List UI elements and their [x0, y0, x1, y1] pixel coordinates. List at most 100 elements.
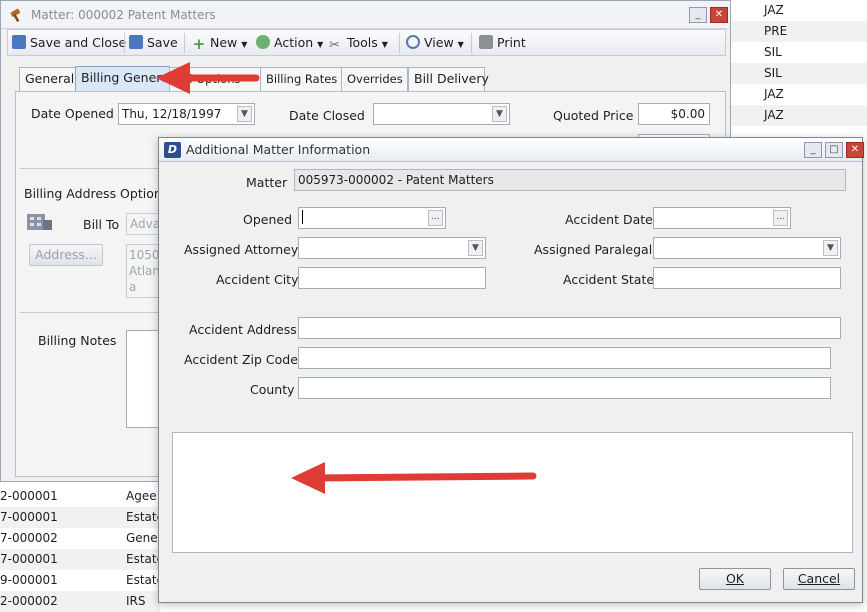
close-button[interactable]: ✕: [846, 142, 864, 158]
county-label: County: [250, 382, 295, 397]
view-menu-button[interactable]: View ▼: [406, 34, 464, 52]
matter-client: IRS: [126, 594, 146, 608]
date-opened-field[interactable]: Thu, 12/18/1997 ▼: [118, 103, 255, 125]
view-label: View: [424, 35, 454, 50]
text-cursor: [302, 210, 303, 224]
tab-billing-rates[interactable]: Billing Rates: [260, 67, 342, 91]
date-opened-label: Date Opened: [31, 106, 114, 121]
print-button[interactable]: Print: [479, 34, 526, 52]
save-icon: [129, 35, 143, 49]
close-button[interactable]: ✕: [710, 7, 728, 23]
table-row[interactable]: 7-000001 Estate: [0, 507, 160, 528]
accident-address-label: Accident Address: [189, 322, 297, 337]
list-item[interactable]: JAZ: [730, 105, 867, 126]
chevron-down-icon: ▼: [241, 40, 248, 49]
table-row[interactable]: 2-000002 IRS: [0, 591, 160, 612]
date-opened-value: Thu, 12/18/1997: [122, 107, 222, 121]
billing-notes-label: Billing Notes: [38, 333, 117, 348]
matter-number: 7-000002: [0, 531, 58, 545]
tools-menu-button[interactable]: ✂ Tools ▼: [329, 34, 388, 53]
accident-zip-field[interactable]: [298, 347, 831, 369]
toolbar-separator: [124, 33, 125, 53]
background-list-left: 2-000001 Agee 7-000001 Estate 7-000002 Gene…: [0, 486, 160, 612]
accident-city-label: Accident City: [216, 272, 299, 287]
table-row[interactable]: 7-000001 Estate: [0, 549, 160, 570]
print-label: Print: [497, 35, 526, 50]
tools-label: Tools: [347, 35, 378, 50]
tools-icon: ✂: [329, 38, 340, 53]
save-button[interactable]: Save: [129, 34, 178, 52]
table-row[interactable]: 7-000002 Gene: [0, 528, 160, 549]
assigned-attorney-label: Assigned Attorney: [184, 242, 299, 257]
background-list-right: JAZ PRE SIL SIL JAZ JAZ: [730, 0, 867, 140]
matter-number: 7-000001: [0, 510, 58, 524]
action-label: Action: [274, 35, 314, 50]
list-item[interactable]: SIL: [730, 42, 867, 63]
bill-to-label: Bill To: [83, 217, 120, 232]
minimize-button[interactable]: _: [804, 142, 822, 158]
tab-general[interactable]: General: [19, 67, 76, 91]
table-row[interactable]: 2-000001 Agee: [0, 486, 160, 507]
save-and-close-button[interactable]: Save and Close: [12, 34, 126, 52]
toolbar-separator: [399, 33, 400, 53]
list-item[interactable]: JAZ: [730, 84, 867, 105]
date-picker-button[interactable]: ...: [773, 210, 788, 226]
annotation-arrow-icon: [156, 62, 260, 94]
accident-state-field[interactable]: [653, 267, 841, 289]
save-close-icon: [12, 35, 26, 49]
new-label: New: [210, 35, 238, 50]
matter-number: 2-000002: [0, 594, 58, 608]
action-icon: [256, 35, 270, 49]
plus-icon: +: [192, 35, 206, 53]
list-item[interactable]: JAZ: [730, 0, 867, 21]
cancel-button[interactable]: Cancel: [783, 568, 855, 590]
accident-date-label: Accident Date: [565, 212, 653, 227]
list-item[interactable]: SIL: [730, 63, 867, 84]
printer-icon: [479, 35, 493, 49]
address-button[interactable]: Address...: [29, 244, 103, 266]
matter-window-title: Matter: 000002 Patent Matters: [31, 8, 216, 22]
matter-client: Gene: [126, 531, 158, 545]
assigned-paralegal-label: Assigned Paralegal: [534, 242, 653, 257]
chevron-down-icon[interactable]: ▼: [823, 240, 838, 256]
accident-address-field[interactable]: [298, 317, 841, 339]
accident-zip-label: Accident Zip Code: [184, 352, 298, 367]
opened-label: Opened: [243, 212, 293, 227]
new-menu-button[interactable]: + New ▼: [192, 34, 248, 53]
date-picker-button[interactable]: ...: [428, 210, 443, 226]
accident-city-field[interactable]: [298, 267, 486, 289]
matter-label: Matter: [246, 175, 288, 190]
additional-matter-dialog: D Additional Matter Information _ □ ✕ Ma…: [158, 137, 864, 603]
matter-field: 005973-000002 - Patent Matters: [294, 169, 846, 191]
chevron-down-icon: ▼: [317, 40, 324, 49]
tab-overrides[interactable]: Overrides: [341, 67, 408, 91]
matter-number: 2-000001: [0, 489, 58, 503]
matter-client: Agee: [126, 489, 157, 503]
list-item[interactable]: PRE: [730, 21, 867, 42]
save-label: Save: [147, 35, 178, 50]
assigned-paralegal-select[interactable]: ▼: [653, 237, 841, 259]
building-icon: [27, 214, 52, 230]
app-logo-icon: D: [164, 142, 181, 158]
quoted-price-field[interactable]: $0.00: [638, 103, 710, 125]
chevron-down-icon[interactable]: ▼: [468, 240, 483, 256]
table-row[interactable]: 9-000001 Estate: [0, 570, 160, 591]
chevron-down-icon[interactable]: ▼: [237, 106, 252, 122]
opened-field[interactable]: ...: [298, 207, 446, 229]
accident-date-field[interactable]: ...: [653, 207, 791, 229]
county-field[interactable]: [298, 377, 831, 399]
tab-bill-delivery[interactable]: Bill Delivery: [408, 67, 489, 91]
ok-button[interactable]: OK: [699, 568, 771, 590]
date-closed-field[interactable]: ▼: [373, 103, 510, 125]
dialog-titlebar[interactable]: D Additional Matter Information _ □ ✕: [159, 138, 864, 162]
chevron-down-icon[interactable]: ▼: [492, 106, 507, 122]
maximize-button[interactable]: □: [825, 142, 843, 158]
action-menu-button[interactable]: Action ▼: [256, 34, 323, 52]
matter-number: 9-000001: [0, 573, 58, 587]
matter-window-titlebar[interactable]: Matter: 000002 Patent Matters _ ✕: [1, 1, 730, 29]
minimize-button[interactable]: _: [689, 7, 707, 23]
toolbar-separator: [471, 33, 472, 53]
assigned-attorney-select[interactable]: ▼: [298, 237, 486, 259]
billing-address-options-label: Billing Address Options: [24, 186, 169, 201]
matter-client: Estate: [126, 573, 160, 587]
